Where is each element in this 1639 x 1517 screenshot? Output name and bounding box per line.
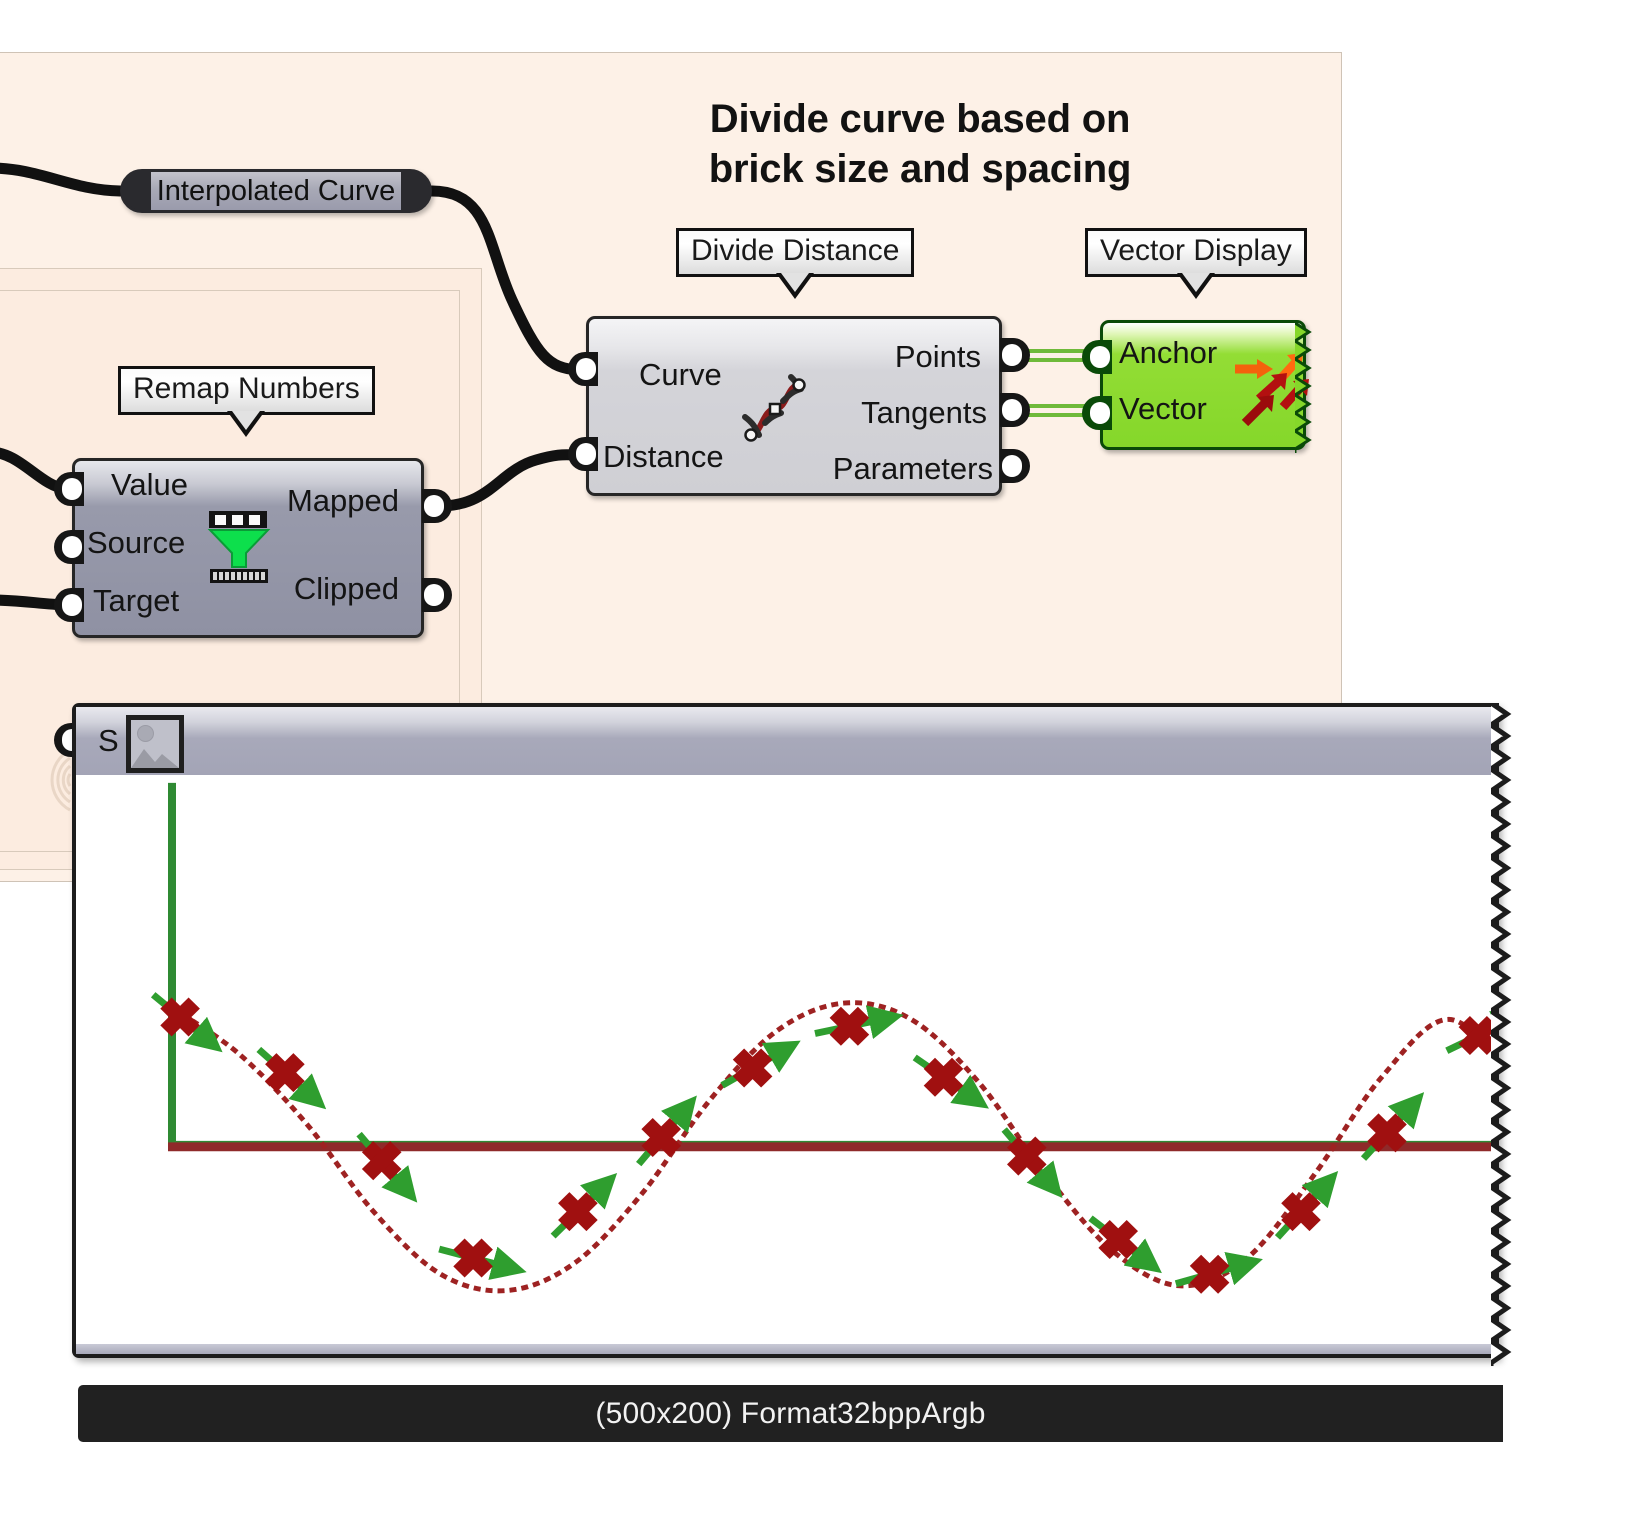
input-port-label-source: Source (87, 525, 186, 560)
nametag-divide-distance[interactable]: Divide Distance (676, 228, 915, 299)
output-port-label-points: Points (894, 339, 981, 374)
division-point-marker (1458, 1016, 1495, 1056)
curve-division-plot (150, 782, 1495, 1294)
input-knob-source[interactable] (54, 530, 84, 564)
page-title-line-2: brick size and spacing (708, 147, 1132, 192)
division-point-marker (1189, 1254, 1230, 1294)
image-viewer-status-bar: (500x200) Format32bppArgb (78, 1385, 1503, 1442)
param-pill-body: Interpolated Curve (151, 172, 401, 210)
param-interpolated-curve[interactable]: Interpolated Curve (120, 169, 432, 213)
funnel-remap-icon (206, 511, 272, 583)
picture-icon-mountain (131, 742, 179, 768)
output-port-label-clipped: Clipped (293, 571, 399, 606)
nametag-pointer-icon (776, 273, 815, 299)
plot-axes (168, 782, 1495, 1149)
param-interpolated-curve-label: Interpolated Curve (156, 174, 396, 207)
image-viewer-bottom-edge (76, 1344, 1495, 1354)
output-port-label-tangents: Tangents (861, 395, 987, 430)
input-knob-distance[interactable] (568, 437, 598, 471)
input-port-label-vector: Vector (1119, 391, 1207, 426)
input-knob-vector[interactable] (1082, 396, 1112, 430)
nametag-vector-display-label: Vector Display (1085, 228, 1307, 277)
input-knob-anchor[interactable] (1082, 340, 1112, 374)
input-port-label-target: Target (93, 583, 180, 618)
image-viewer-panel[interactable]: S (72, 700, 1512, 1369)
division-point-marker (923, 1057, 964, 1097)
component-divide-distance[interactable]: Curve Distance Points Tangents Parameter… (586, 316, 1002, 496)
picture-icon[interactable] (126, 715, 184, 773)
input-knob-curve[interactable] (568, 352, 598, 386)
component-torn-edge (1287, 321, 1325, 455)
output-port-label-parameters: Parameters (832, 451, 993, 486)
image-viewer-input-label: S (98, 723, 119, 758)
nametag-remap-numbers[interactable]: Remap Numbers (118, 366, 375, 437)
input-knob-value[interactable] (54, 472, 84, 506)
input-port-label-anchor: Anchor (1119, 335, 1218, 370)
division-point-marker (453, 1238, 493, 1278)
nametag-remap-numbers-label: Remap Numbers (118, 366, 375, 415)
status-text: (500x200) Format32bppArgb (595, 1396, 986, 1430)
nametag-pointer-icon (1176, 273, 1215, 299)
nametag-divide-distance-label: Divide Distance (676, 228, 915, 277)
nametag-pointer-icon (227, 411, 266, 437)
output-port-label-mapped: Mapped (286, 483, 399, 518)
input-port-label-distance: Distance (603, 439, 724, 474)
component-vector-display[interactable]: Anchor Vector (1100, 320, 1312, 455)
component-remap-numbers[interactable]: Value Source Target Mapped Clipped (72, 458, 424, 638)
image-viewer-canvas (76, 775, 1495, 1344)
input-knob-target[interactable] (54, 588, 84, 622)
page-title-line-1: Divide curve based on (709, 97, 1131, 141)
divide-curve-icon (741, 373, 809, 445)
picture-icon-sun (137, 725, 154, 742)
nametag-vector-display[interactable]: Vector Display (1085, 228, 1307, 299)
input-port-label-curve: Curve (639, 357, 722, 392)
plot-tangent-vectors (150, 992, 1495, 1288)
page-title: Divide curve based on brick size and spa… (640, 94, 1200, 195)
input-port-label-value: Value (111, 467, 188, 502)
division-point-marker (829, 1006, 870, 1046)
image-viewer-torn-edge (1478, 700, 1521, 1369)
image-viewer-header[interactable]: S (76, 707, 1495, 779)
